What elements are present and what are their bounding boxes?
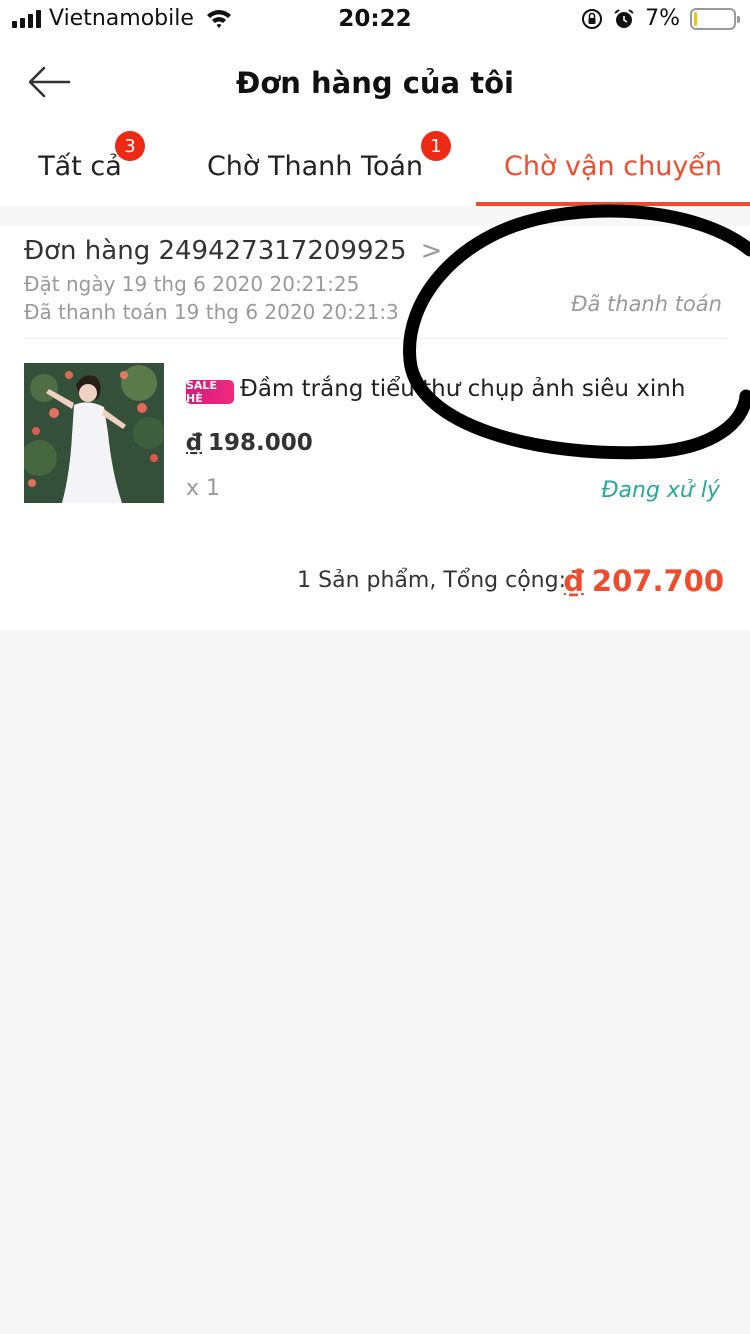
- total-value: 207.700: [591, 564, 724, 598]
- processing-status: Đang xử lý: [601, 478, 720, 503]
- total-label: 1 Sản phẩm, Tổng cộng:: [297, 568, 566, 593]
- battery-icon: [690, 7, 740, 30]
- status-left: Vietnamobile: [12, 6, 232, 31]
- sale-tag: SALE HÈ: [186, 379, 234, 405]
- currency-symbol: ₫: [563, 564, 584, 598]
- total-amount: ₫ 207.700: [564, 564, 724, 598]
- tab-awaiting-shipment[interactable]: Chờ vận chuyển: [476, 126, 750, 206]
- order-paid-date: Đã thanh toán 19 thg 6 2020 20:21:3: [24, 300, 399, 324]
- product-quantity: x 1: [186, 476, 221, 501]
- rotation-lock-icon: [582, 8, 603, 29]
- battery-percent: 7%: [645, 6, 680, 31]
- tab-awaiting-payment-badge: 1: [421, 131, 451, 161]
- order-tabs: Tất cả 3 Chờ Thanh Toán 1 Chờ vận chuyển: [0, 126, 750, 206]
- page-title: Đơn hàng của tôi: [236, 66, 514, 100]
- back-button[interactable]: [22, 60, 76, 104]
- battery-fill: [694, 11, 697, 26]
- product-name[interactable]: Đầm trắng tiểu thư chụp ảnh siêu xinh: [240, 376, 685, 402]
- currency-symbol: ₫: [186, 430, 203, 456]
- tab-all-badge: 3: [115, 131, 145, 161]
- alarm-icon: [614, 8, 634, 28]
- product-photo: [24, 363, 164, 503]
- carrier-name: Vietnamobile: [49, 6, 194, 31]
- order-id-link[interactable]: Đơn hàng 249427317209925 >: [24, 236, 442, 266]
- tab-label: Chờ vận chuyển: [503, 150, 723, 182]
- order-card[interactable]: Đơn hàng 249427317209925 > Đặt ngày 19 th…: [0, 226, 750, 630]
- active-tab-indicator: [476, 202, 750, 206]
- status-right: 7%: [581, 6, 740, 31]
- payment-status: Đã thanh toán: [571, 292, 722, 316]
- order-number: Đơn hàng 249427317209925: [24, 236, 407, 266]
- tab-awaiting-payment[interactable]: Chờ Thanh Toán: [190, 126, 440, 206]
- arrow-left-icon: [28, 66, 71, 98]
- price-value: 198.000: [208, 430, 313, 456]
- chevron-right-icon: >: [420, 236, 443, 266]
- order-placed-date: Đặt ngày 19 thg 6 2020 20:21:25: [24, 272, 360, 296]
- tab-label: Chờ Thanh Toán: [206, 150, 424, 182]
- signal-icon: [12, 9, 41, 28]
- wifi-icon: [206, 9, 231, 28]
- product-image[interactable]: [24, 363, 164, 503]
- status-bar: Vietnamobile 20:22 7%: [0, 0, 750, 42]
- tab-label: Tất cả: [38, 150, 122, 182]
- navigation-bar: Đơn hàng của tôi: [0, 42, 750, 126]
- divider: [24, 338, 726, 339]
- product-price: ₫ 198.000: [186, 430, 313, 456]
- order-screen: Vietnamobile 20:22 7% Đơn hàng của tôi T…: [0, 0, 750, 1334]
